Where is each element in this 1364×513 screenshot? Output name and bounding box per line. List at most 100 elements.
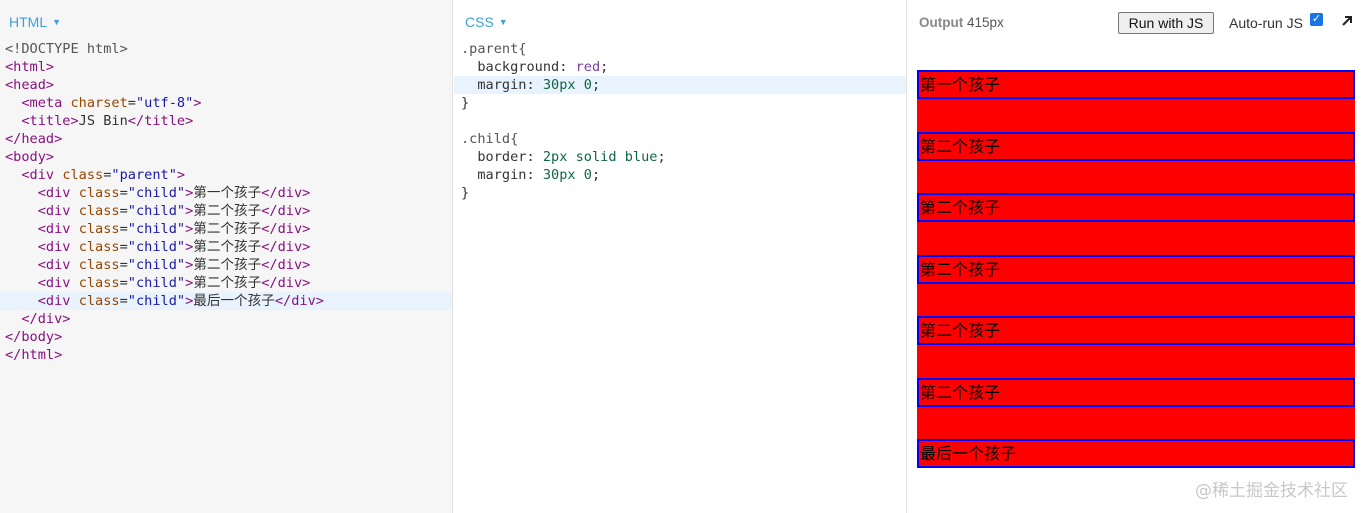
css-panel-tab[interactable]: CSS ▼: [465, 14, 508, 30]
code-line: .parent{: [454, 40, 906, 58]
tag-open: <div: [37, 293, 71, 309]
tag-open: <div: [37, 185, 71, 201]
tag-open: <title: [21, 113, 71, 129]
tag-open: </div: [21, 311, 63, 327]
code-line: border: 2px solid blue;: [454, 148, 906, 166]
tag-open: <div: [21, 167, 55, 183]
tag-open: <head: [5, 77, 46, 93]
css-value: 0: [583, 167, 592, 183]
code-line: <div class="parent">: [0, 166, 452, 184]
preview-child: 第二个孩子: [917, 255, 1355, 284]
attr-value: "child": [127, 239, 186, 255]
css-editor-panel[interactable]: CSS ▼ .parent{ background: red; margin: 3…: [454, 0, 907, 513]
code-line: <meta charset="utf-8">: [0, 94, 452, 112]
autorun-checkbox[interactable]: ✓: [1310, 13, 1323, 26]
expand-arrow-icon[interactable]: [1340, 14, 1354, 28]
attr-value: "child": [127, 185, 186, 201]
code-line: <head>: [0, 76, 452, 94]
text-content: 最后一个孩子: [193, 293, 275, 309]
attr-value: "child": [127, 275, 186, 291]
css-selector: .child{: [461, 131, 519, 147]
tag-close: </div>: [261, 275, 311, 291]
output-label: Output 415px: [919, 15, 1004, 30]
html-editor-panel[interactable]: HTML ▼ <!DOCTYPE html> <html> <head> <meta …: [0, 0, 453, 513]
code-line: <div class="child">第一个孩子</div>: [0, 184, 452, 202]
equals: =: [119, 239, 128, 255]
output-title: Output: [919, 15, 964, 30]
tag-close: </div>: [261, 185, 311, 201]
html-panel-tab[interactable]: HTML ▼: [9, 14, 61, 30]
tag-open: <div: [37, 239, 71, 255]
preview-child: 第二个孩子: [917, 378, 1355, 407]
tag-open: <div: [37, 221, 71, 237]
tag-close: </title>: [127, 113, 194, 129]
html-code-editor[interactable]: <!DOCTYPE html> <html> <head> <meta charse…: [0, 40, 452, 364]
colon: :: [526, 167, 543, 183]
tag-open: <div: [37, 257, 71, 273]
attr-value: "child": [127, 257, 186, 273]
watermark: @稀土掘金技术社区: [1195, 481, 1348, 501]
tag-close-bracket: >: [54, 131, 63, 147]
attr-name: class: [78, 275, 120, 291]
attr-value: "child": [127, 293, 186, 309]
attr-name: class: [78, 293, 120, 309]
tag-close: </div>: [261, 203, 311, 219]
dropdown-caret-icon[interactable]: ▼: [499, 17, 508, 27]
text-content: JS Bin: [78, 113, 128, 129]
equals: =: [119, 293, 128, 309]
css-property: margin: [477, 167, 527, 183]
equals: =: [119, 257, 128, 273]
preview-child: 第一个孩子: [917, 70, 1355, 99]
css-number: 30px: [542, 77, 576, 93]
code-line: <html>: [0, 58, 452, 76]
preview-child: 第二个孩子: [917, 132, 1355, 161]
semicolon: ;: [657, 149, 666, 165]
preview-child: 第二个孩子: [917, 316, 1355, 345]
css-brace: }: [461, 185, 470, 201]
semicolon: ;: [591, 167, 601, 183]
code-line: }: [454, 184, 906, 202]
tag-open: </head: [5, 131, 55, 147]
css-brace: }: [461, 95, 470, 111]
tag-close-bracket: >: [176, 167, 186, 183]
text-content: 第二个孩子: [193, 257, 262, 273]
attr-name: class: [78, 257, 120, 273]
code-line: margin: 30px 0;: [454, 76, 906, 94]
code-line: </div>: [0, 310, 452, 328]
equals: =: [119, 275, 128, 291]
css-code-editor[interactable]: .parent{ background: red; margin: 30px 0…: [454, 40, 906, 202]
css-number: 30px: [542, 167, 576, 183]
equals: =: [119, 203, 128, 219]
text-content: 第二个孩子: [193, 275, 262, 291]
tag-open: <div: [37, 275, 71, 291]
autorun-label: Auto-run JS: [1229, 15, 1303, 31]
dropdown-caret-icon[interactable]: ▼: [52, 17, 61, 27]
code-line: .child{: [454, 130, 906, 148]
colon: :: [559, 59, 576, 75]
code-line: background: red;: [454, 58, 906, 76]
tag-close: </div>: [274, 293, 324, 309]
css-number: 2px: [542, 149, 568, 165]
equals: =: [127, 95, 136, 111]
output-panel: Output 415px Run with JS Auto-run JS ✓ 第…: [908, 0, 1364, 513]
preview-child: 最后一个孩子: [917, 439, 1355, 468]
tag-close-bracket: >: [45, 59, 55, 75]
preview-child: 第二个孩子: [917, 193, 1355, 222]
tag-close-bracket: >: [62, 311, 71, 327]
code-line: </body>: [0, 328, 452, 346]
tag-close-bracket: >: [45, 77, 55, 93]
run-with-js-button[interactable]: Run with JS: [1118, 12, 1214, 34]
